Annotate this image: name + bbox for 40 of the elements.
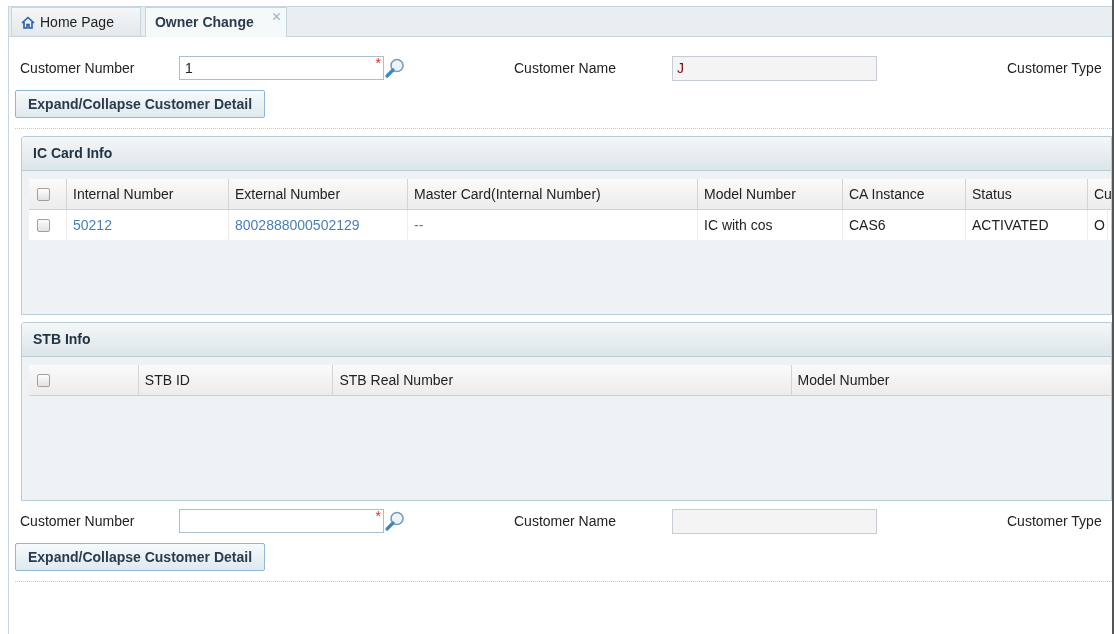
column-header[interactable]: Master Card(Internal Number) [408, 179, 698, 209]
expand-collapse-button[interactable]: Expand/Collapse Customer Detail [15, 543, 266, 571]
input-field[interactable]: J [672, 55, 877, 81]
checkbox[interactable] [37, 187, 50, 201]
checkbox[interactable] [37, 373, 50, 387]
column-header[interactable]: CA Instance [843, 179, 966, 209]
panel-title: STB Info [33, 330, 91, 349]
column-header[interactable]: STB ID [138, 365, 334, 395]
column-header[interactable]: Model Number [698, 179, 843, 209]
input-field[interactable] [179, 509, 384, 533]
field-label: Customer Type [1007, 513, 1102, 529]
field-label: Customer Number [20, 60, 135, 76]
table-link[interactable]: 50212 [67, 210, 229, 240]
required-mark: * [375, 507, 381, 526]
search-icon[interactable] [384, 510, 406, 532]
input-field[interactable] [672, 508, 877, 534]
search-icon[interactable] [384, 57, 406, 79]
table-cell: O [1088, 210, 1108, 240]
table-cell: CAS6 [843, 210, 966, 240]
field-label: Customer Type [1007, 60, 1102, 76]
column-header[interactable]: Internal Number [67, 179, 229, 209]
required-mark: * [375, 54, 381, 73]
column-header[interactable]: External Number [229, 179, 408, 209]
table-link[interactable]: 8002888000502129 [229, 210, 408, 240]
field-label: Customer Name [514, 513, 616, 529]
field-label: Customer Name [514, 60, 616, 76]
column-header[interactable]: STB Real Number [333, 365, 792, 395]
table-cell: IC with cos [698, 210, 843, 240]
panel-title: IC Card Info [33, 144, 113, 163]
table-cell: ACTIVATED [966, 210, 1088, 240]
column-header[interactable]: Status [966, 179, 1088, 209]
field-label: Customer Number [20, 513, 135, 529]
expand-collapse-button[interactable]: Expand/Collapse Customer Detail [15, 90, 266, 118]
home-icon [21, 15, 35, 29]
tab[interactable]: Owner Change [144, 7, 287, 37]
tab[interactable]: Home Page [11, 7, 141, 36]
checkbox[interactable] [37, 218, 50, 232]
column-header[interactable]: Model Number [791, 365, 1111, 395]
close-icon[interactable] [270, 11, 282, 22]
table-link[interactable]: -- [408, 210, 698, 240]
